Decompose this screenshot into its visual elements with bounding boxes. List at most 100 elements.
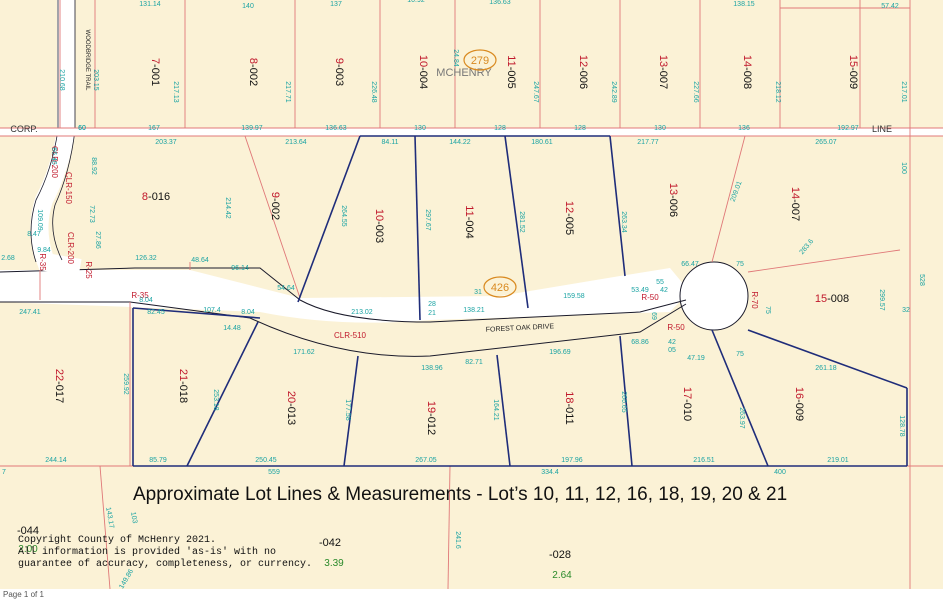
- dimension-label: 218.12: [774, 81, 781, 103]
- lot-number-label: 15-009: [847, 55, 859, 89]
- dimension-label: 66.46: [50, 147, 57, 165]
- dimension-label: 31: [474, 289, 482, 296]
- dimension-label: 244.14: [45, 457, 67, 464]
- dimension-label: 57.42: [881, 3, 899, 10]
- dimension-label: 138.15: [733, 1, 755, 8]
- dimension-label: 299.57: [878, 289, 885, 311]
- dimension-label: 217.01: [900, 81, 907, 103]
- dimension-label: 10.92: [407, 0, 425, 4]
- dimension-label: 263.97: [738, 407, 745, 429]
- dimension-label: 82.45: [147, 309, 165, 316]
- dimension-label: 283.6: [799, 238, 816, 256]
- dimension-label: 250.45: [255, 457, 277, 464]
- dimension-label: 69: [650, 312, 657, 320]
- dimension-label: 253.18: [212, 389, 219, 411]
- lot-number-label: 12-006: [577, 55, 589, 89]
- dimension-label: 203.15: [92, 69, 99, 91]
- dimension-label: 126.32: [135, 255, 157, 262]
- dimension-label: 96.14: [231, 265, 249, 272]
- dimension-label: 75: [764, 306, 771, 314]
- dimension-label: 27.86: [94, 231, 101, 249]
- lot-number-label: 15-008: [815, 293, 849, 305]
- dimension-label: 217.71: [284, 81, 291, 103]
- curve-label: CLR-510: [334, 331, 367, 340]
- curve-label: R-50: [641, 293, 659, 302]
- copyright-line-1: Copyright County of McHenry 2021.: [18, 535, 217, 546]
- dimension-label: 54.64: [277, 285, 295, 292]
- lot-number-label: 16-009: [793, 387, 805, 421]
- lot-number-label: 14-007: [789, 187, 801, 221]
- lot-number-label: 9-002: [269, 192, 281, 220]
- copyright-line-2: All information is provided 'as-is' with…: [18, 547, 277, 558]
- lot-number-label: 21-018: [177, 369, 189, 403]
- dimension-label: 100: [900, 162, 907, 174]
- dimension-label: 226.48: [370, 81, 377, 103]
- lot-number-label: 7-001: [149, 58, 161, 86]
- dimension-label: 197.96: [561, 457, 583, 464]
- lot-number-label: 10-003: [373, 209, 385, 243]
- dimension-label: 131.14: [139, 1, 161, 8]
- highlight-lot-line-4: [609, 135, 626, 277]
- dimension-label: 42: [660, 287, 668, 294]
- lot-number-label: -042: [319, 537, 341, 549]
- lot-number-label: 22-017: [53, 369, 65, 403]
- dimension-label: 171.62: [293, 349, 315, 356]
- dimension-label: 210.68: [58, 69, 65, 91]
- dimension-label: 281.52: [518, 211, 525, 233]
- mchenry-label: MCHENRY: [436, 67, 492, 79]
- dimension-label: 209.01: [730, 180, 744, 203]
- street-label-forest-oak: FOREST OAK DRIVE: [486, 323, 555, 334]
- lot-number-label: 11-004: [463, 205, 475, 238]
- lot-number-label: 8-016: [142, 191, 170, 203]
- curve-label: CLR-150: [64, 172, 73, 205]
- acreage-label: 3.39: [324, 558, 344, 569]
- lot-number-label: 17-010: [681, 387, 693, 421]
- lot-number-label: 14-008: [741, 55, 753, 89]
- dimension-label: 60: [78, 125, 86, 132]
- parcel-map: 7-001 8-002 9-003 10-004 11-005 12-006 13-007 1…: [0, 0, 943, 600]
- dimension-label: 144.22: [449, 139, 471, 146]
- dimension-label: 400: [774, 469, 786, 476]
- cul-de-sac: [679, 261, 749, 331]
- lot-number-label: 19-012: [425, 401, 437, 435]
- dimension-label: 139.97: [241, 125, 263, 132]
- dimension-label: 247.41: [19, 309, 41, 316]
- dimension-label: 2.68: [1, 255, 15, 262]
- dimension-label: 85.79: [149, 457, 167, 464]
- dimension-label: 261.18: [815, 365, 837, 372]
- dimension-label: 8.47: [27, 231, 41, 238]
- lot-number-label: 20-013: [285, 391, 297, 425]
- dimension-label: 227.66: [692, 81, 699, 103]
- acreage-label: 2.64: [552, 570, 572, 581]
- dimension-label: 8.04: [139, 297, 153, 304]
- dimension-label: 75: [736, 261, 744, 268]
- dimension-label: 213.64: [285, 139, 307, 146]
- page-footer: Page 1 of 1: [0, 589, 943, 600]
- curve-label: R-25: [84, 261, 93, 279]
- copyright-line-3: guarantee of accuracy, completeness, or …: [18, 559, 313, 570]
- highlight-lot-line-2: [414, 135, 421, 321]
- dimension-label: 247.67: [532, 81, 539, 103]
- dimension-label: 217.77: [637, 139, 659, 146]
- map-title: Approximate Lot Lines & Measurements - L…: [133, 484, 788, 505]
- dimension-label: 136: [738, 125, 750, 132]
- dimension-label: 334.4: [541, 469, 559, 476]
- curve-label: R-50: [667, 323, 685, 332]
- dimension-label: 159.58: [563, 293, 585, 300]
- dimension-label: 140: [242, 3, 254, 10]
- lot-number-label: -028: [549, 549, 571, 561]
- dimension-label: 164.21: [492, 399, 499, 421]
- map-canvas[interactable]: 7-001 8-002 9-003 10-004 11-005 12-006 13-007 1…: [0, 0, 943, 600]
- dimension-label: 136.63: [489, 0, 511, 6]
- dimension-label: 130: [654, 125, 666, 132]
- dimension-label: 72.73: [88, 205, 95, 223]
- dimension-label: 242.89: [610, 81, 617, 103]
- dimension-label: 107.4: [203, 307, 221, 314]
- dimension-label: 109.09: [36, 209, 43, 231]
- dimension-label: 128.78: [898, 415, 905, 437]
- line-label: LINE: [872, 124, 892, 134]
- dimension-label: 137: [330, 1, 342, 8]
- dimension-label: 42: [668, 339, 676, 346]
- pin-badge-number: 279: [471, 55, 489, 67]
- dimension-label: 128: [574, 125, 586, 132]
